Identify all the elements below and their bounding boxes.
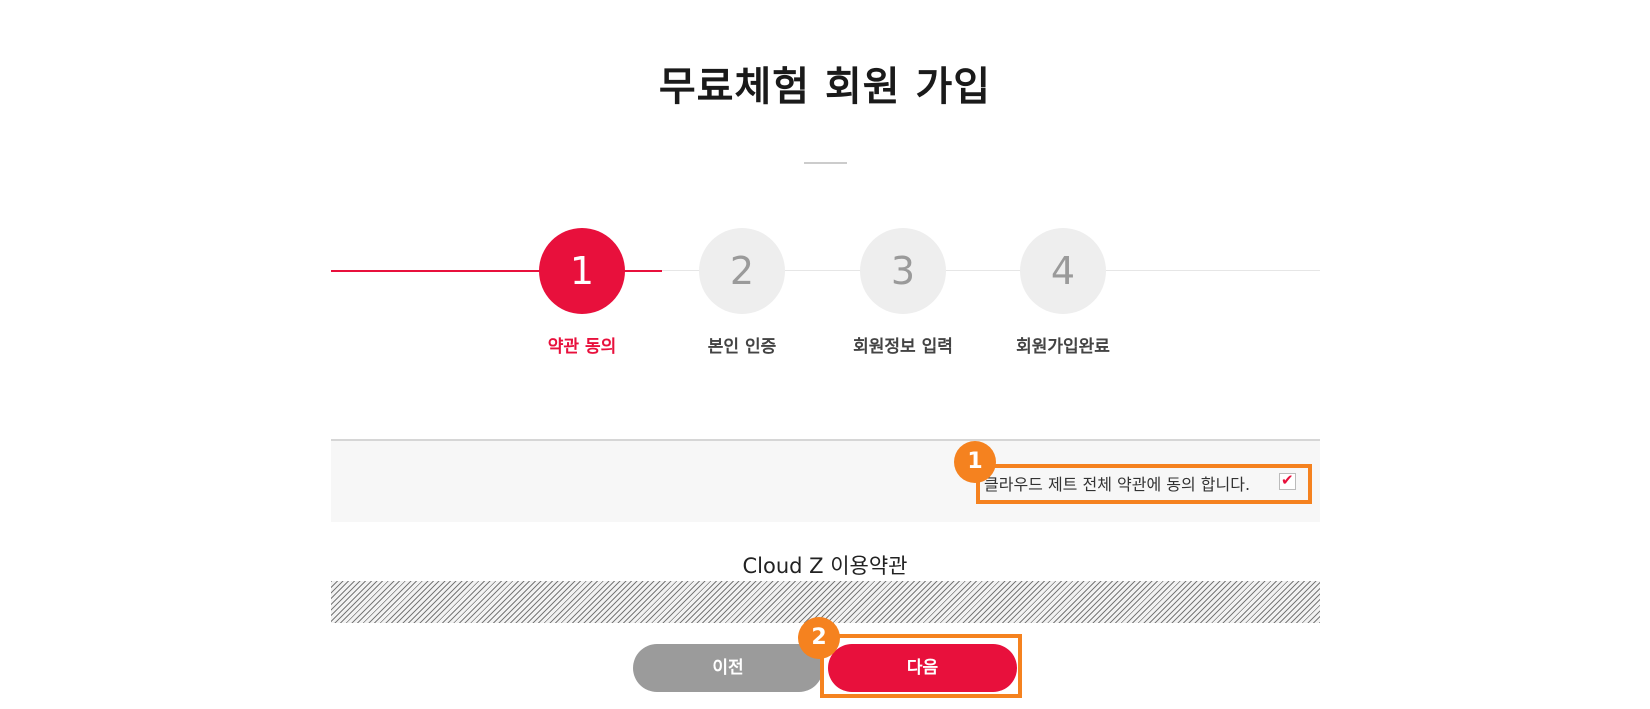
step-1-label: 약관 동의 [547, 337, 617, 357]
next-button[interactable]: 다음 [828, 644, 1017, 692]
title-divider [804, 162, 847, 164]
prev-button[interactable]: 이전 [633, 644, 823, 692]
page-title: 무료체험 회원 가입 [658, 64, 992, 110]
agree-all-terms-label[interactable]: 클라우드 제트 전체 약관에 동의 합니다. [984, 471, 1250, 495]
step-2-label: 본인 인증 [707, 337, 777, 357]
step-identity-verification: 2 본인 인증 [672, 228, 812, 357]
annotation-marker-1: 1 [954, 441, 996, 483]
checkmark-icon: ✔ [1281, 471, 1294, 489]
step-4-circle: 4 [1020, 228, 1106, 314]
step-2-circle: 2 [699, 228, 785, 314]
step-signup-complete: 4 회원가입완료 [993, 228, 1133, 357]
step-terms-agreement: 1 약관 동의 [512, 228, 652, 357]
step-4-label: 회원가입완료 [1016, 337, 1110, 357]
terms-content-box[interactable] [331, 581, 1320, 623]
step-3-circle: 3 [860, 228, 946, 314]
step-3-label: 회원정보 입력 [853, 337, 953, 357]
step-member-info: 3 회원정보 입력 [833, 228, 973, 357]
terms-title: Cloud Z 이용약관 [742, 554, 908, 578]
step-1-circle: 1 [539, 228, 625, 314]
annotation-marker-2: 2 [798, 617, 840, 659]
agree-all-terms-checkbox[interactable]: ✔ [1279, 471, 1296, 490]
